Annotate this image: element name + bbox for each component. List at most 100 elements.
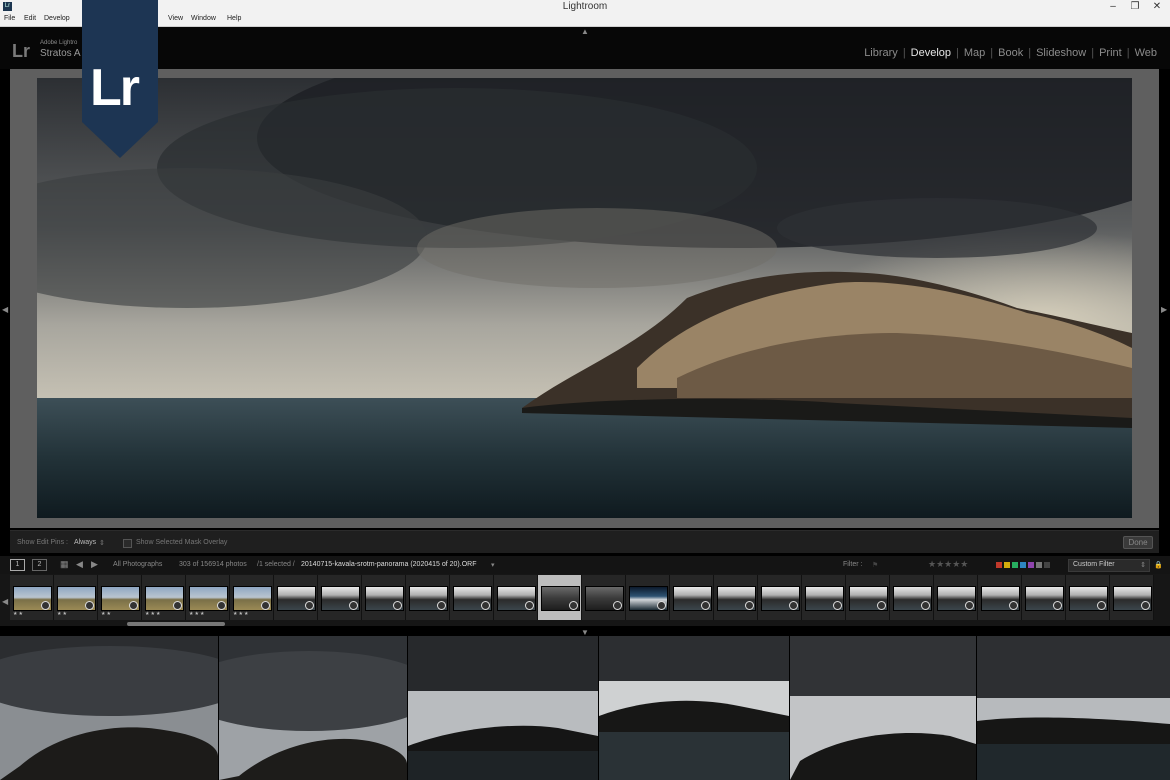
filmstrip-thumbnail[interactable]: ★★★ (186, 575, 230, 620)
filmstrip-scrollbar[interactable] (127, 622, 225, 626)
edited-badge-icon (393, 601, 402, 610)
module-picker: Library | Develop | Map | Book | Slideshow | … (859, 47, 1162, 59)
minimize-button[interactable]: – (1102, 0, 1124, 14)
filmstrip-thumbnail[interactable] (714, 575, 758, 620)
lock-icon[interactable]: 🔒 (1154, 561, 1163, 569)
edited-badge-icon (921, 601, 930, 610)
filmstrip-thumbnail[interactable] (494, 575, 538, 620)
filmstrip-thumbnail[interactable] (1022, 575, 1066, 620)
filmstrip-thumbnail[interactable] (890, 575, 934, 620)
edited-badge-icon (349, 601, 358, 610)
module-develop[interactable]: Develop (906, 47, 956, 59)
filmstrip-scroll-left-icon[interactable]: ◀ (2, 597, 8, 606)
photo-count: 303 of 156914 photos (179, 561, 247, 568)
thumbnail-rating: ★★★ (145, 611, 162, 617)
edited-badge-icon (701, 601, 710, 610)
filmstrip-thumbnail[interactable] (626, 575, 670, 620)
window-title: Lightroom (562, 1, 608, 12)
custom-filter-select[interactable]: Custom Filter ⇕ (1068, 559, 1150, 572)
filmstrip-thumbnail[interactable] (450, 575, 494, 620)
thumbnail-rating: ★★★ (189, 611, 206, 617)
flag-icon[interactable]: ⚑ (872, 561, 878, 569)
module-print[interactable]: Print (1094, 47, 1127, 59)
filmstrip-thumbnail[interactable] (846, 575, 890, 620)
edited-badge-icon (657, 601, 666, 610)
maximize-button[interactable]: ❐ (1124, 0, 1146, 14)
filmstrip-thumbnail[interactable] (582, 575, 626, 620)
edited-badge-icon (85, 601, 94, 610)
secondary-window-button[interactable]: 2 (32, 559, 47, 571)
menu-bar: Lr File Edit Develop View Window Help (0, 2, 1170, 27)
bottom-photo-strip (0, 636, 1170, 780)
module-library[interactable]: Library (859, 47, 903, 59)
filmstrip-thumbnail[interactable] (802, 575, 846, 620)
filmstrip-thumbnail[interactable]: ★★ (54, 575, 98, 620)
main-photo[interactable] (37, 78, 1132, 518)
menu-file[interactable]: File (4, 15, 15, 22)
rating-filter-stars[interactable]: ★★★★★ (928, 559, 968, 570)
filmstrip-thumbnail[interactable] (274, 575, 318, 620)
menu-window[interactable]: Window (191, 15, 216, 22)
edited-badge-icon (437, 601, 446, 610)
filmstrip-thumbnail[interactable] (406, 575, 450, 620)
top-panel-toggle-icon[interactable]: ▲ (581, 27, 589, 36)
close-button[interactable]: ✕ (1146, 0, 1168, 14)
filmstrip-thumbnail[interactable]: ★★★ (230, 575, 274, 620)
current-filename[interactable]: 20140715-kavala-srotm-panorama (2020415 … (301, 561, 477, 568)
module-slideshow[interactable]: Slideshow (1031, 47, 1091, 59)
chevron-down-icon[interactable]: ⇕ (99, 539, 105, 547)
mask-overlay-checkbox[interactable] (123, 539, 132, 548)
filmstrip-thumbnail[interactable] (978, 575, 1022, 620)
filmstrip-thumbnail[interactable] (362, 575, 406, 620)
identity-user-name: Stratos A (40, 48, 81, 59)
edited-badge-icon (129, 601, 138, 610)
menu-view[interactable]: View (168, 15, 183, 22)
module-web[interactable]: Web (1130, 47, 1162, 59)
module-map[interactable]: Map (959, 47, 990, 59)
filmstrip-thumbnail[interactable] (670, 575, 714, 620)
chevron-down-icon[interactable]: ▾ (491, 561, 495, 569)
filmstrip[interactable]: ★★ ★★ ★★ ★★★ ★★★ ★★★ (0, 574, 1170, 626)
arrow-right-icon[interactable]: ▶ (91, 559, 98, 570)
done-button[interactable]: Done (1123, 536, 1153, 549)
filmstrip-thumbnail[interactable] (758, 575, 802, 620)
edited-badge-icon (745, 601, 754, 610)
right-panel-toggle-icon[interactable]: ▶ (1161, 305, 1167, 314)
edited-badge-icon (613, 601, 622, 610)
thumbnail-rating: ★★ (13, 611, 24, 617)
edited-badge-icon (525, 601, 534, 610)
edited-badge-icon (305, 601, 314, 610)
left-panel-toggle-icon[interactable]: ◀ (2, 305, 8, 314)
selection-count: /1 selected / (257, 561, 295, 568)
arrow-left-icon[interactable]: ◀ (76, 559, 83, 570)
edited-badge-icon (1141, 601, 1150, 610)
source-label[interactable]: All Photographs (113, 561, 162, 568)
filmstrip-thumbnail[interactable]: ★★ (10, 575, 54, 620)
filmstrip-thumbnail[interactable] (538, 575, 582, 620)
main-window-button[interactable]: 1 (10, 559, 25, 571)
module-book[interactable]: Book (993, 47, 1028, 59)
filmstrip-thumbnail[interactable]: ★★ (98, 575, 142, 620)
filmstrip-thumbnail[interactable] (318, 575, 362, 620)
filmstrip-thumbnail[interactable] (1066, 575, 1110, 620)
lr-logo: Lr (12, 41, 30, 61)
menu-develop[interactable]: Develop (44, 15, 70, 22)
edited-badge-icon (217, 601, 226, 610)
edited-badge-icon (1053, 601, 1062, 610)
edited-badge-icon (1009, 601, 1018, 610)
edited-badge-icon (173, 601, 182, 610)
filmstrip-thumbnail[interactable]: ★★★ (142, 575, 186, 620)
menu-help[interactable]: Help (227, 15, 241, 22)
sample-photo-6 (977, 636, 1170, 780)
menu-edit[interactable]: Edit (24, 15, 36, 22)
sample-photo-3 (408, 636, 598, 780)
sample-photo-1 (0, 636, 218, 780)
filmstrip-thumbnail[interactable] (1110, 575, 1154, 620)
lightroom-badge-text: Lr (90, 59, 140, 117)
app-name-small: Adobe Lightro (40, 40, 78, 46)
sample-photo-2 (219, 636, 407, 780)
color-label-filter[interactable] (996, 562, 1050, 570)
grid-view-icon[interactable]: ▦ (60, 559, 69, 570)
edit-pins-select[interactable]: Always (74, 539, 96, 546)
filmstrip-thumbnail[interactable] (934, 575, 978, 620)
